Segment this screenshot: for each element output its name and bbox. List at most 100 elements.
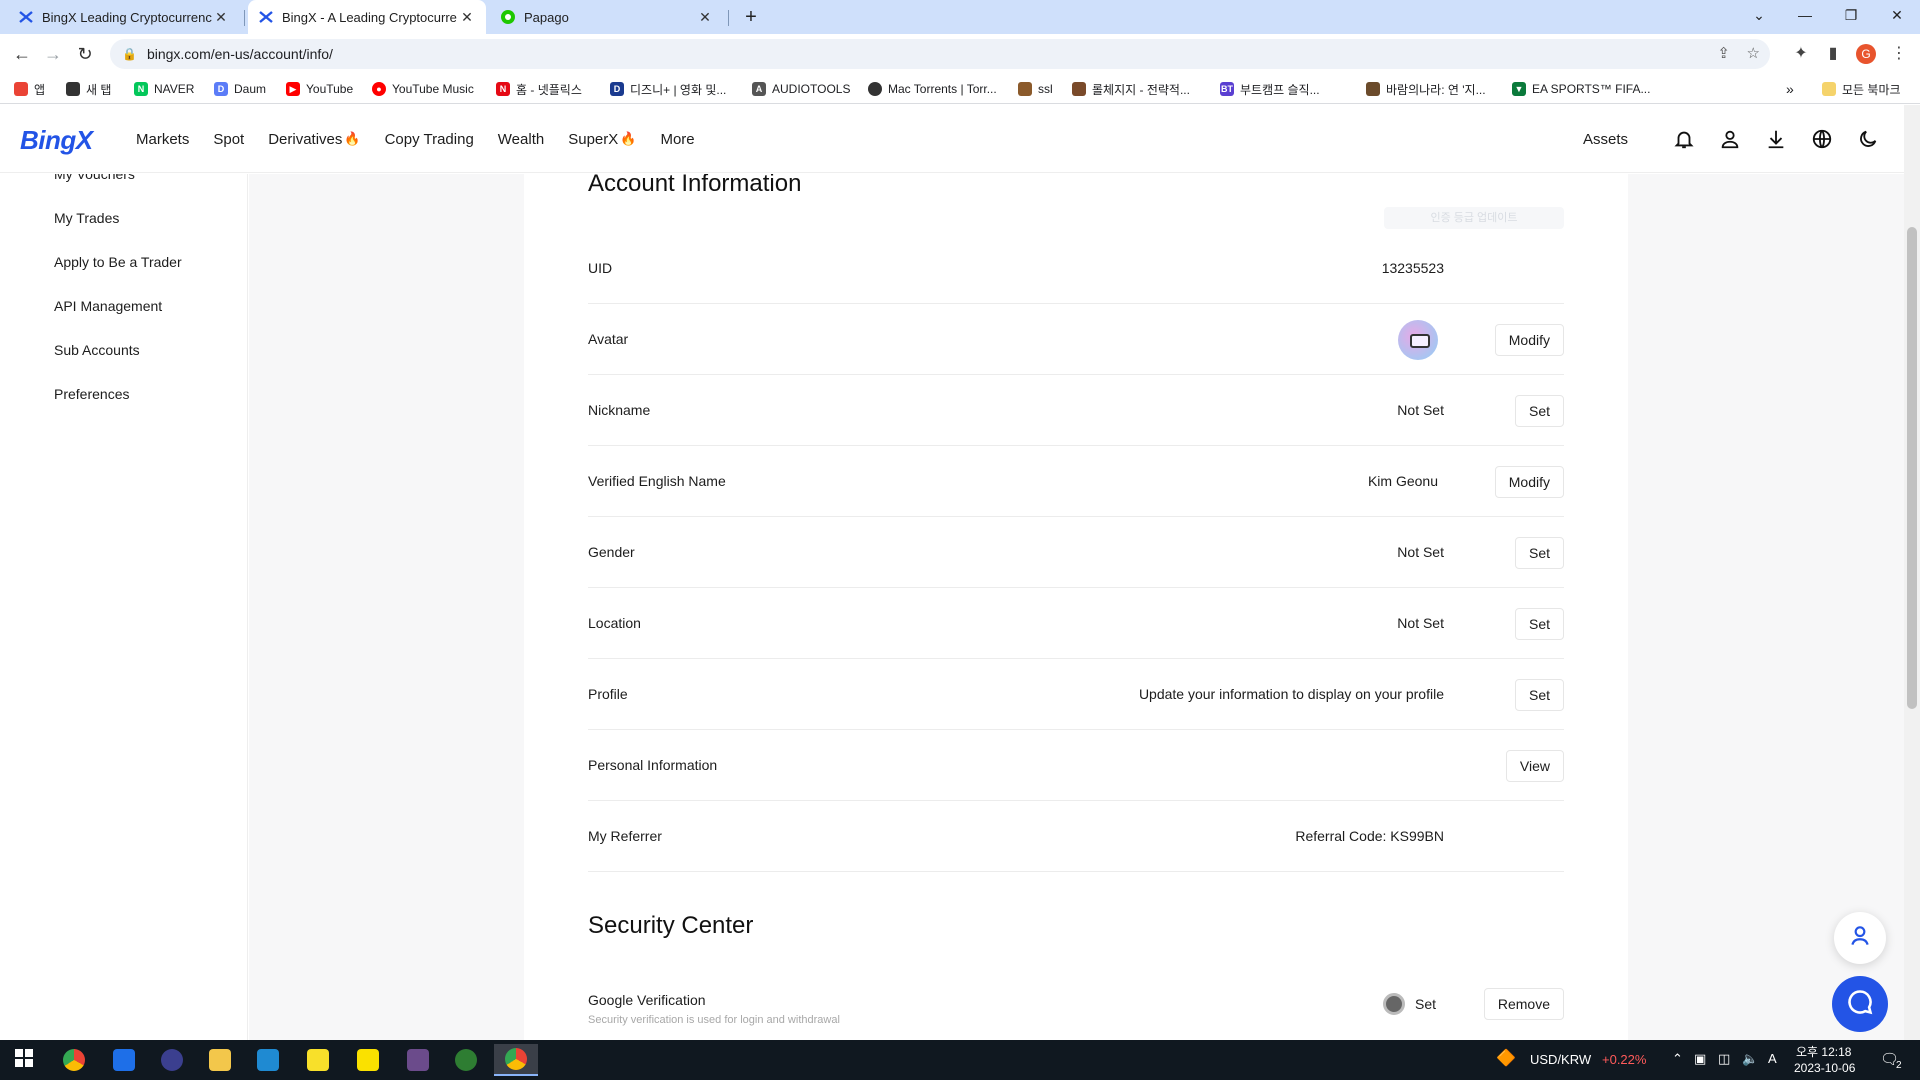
sidebar-item-my-trades[interactable]: My Trades [54,210,119,226]
start-button[interactable] [2,1044,46,1076]
bookmark-star-icon[interactable]: ☆ [1747,39,1760,69]
nav-derivatives[interactable]: Derivatives 🔥 [268,131,360,148]
taskbar-app-3[interactable] [150,1044,194,1076]
browser-tab-3[interactable]: Papago ✕ [490,0,724,34]
minimize-icon[interactable]: — [1782,0,1828,30]
nav-spot[interactable]: Spot [213,131,244,148]
bingx-logo[interactable]: BingX [20,125,93,156]
sidebar-item-my-vouchers[interactable]: My Vouchers [54,174,135,182]
bookmark-label: Daum [234,82,267,96]
close-tab-icon[interactable]: ✕ [696,9,714,26]
browser-tab-2[interactable]: BingX - A Leading Cryptocurre ✕ [248,0,486,34]
profile-avatar[interactable]: G [1856,44,1876,64]
close-window-icon[interactable]: ✕ [1874,0,1920,30]
set-location-button[interactable]: Set [1514,608,1564,640]
scroll-thumb[interactable] [1907,227,1917,709]
sidebar-item-sub-accounts[interactable]: Sub Accounts [54,342,140,358]
bookmark-item[interactable]: ssl [1018,74,1053,104]
nav-superx[interactable]: SuperX 🔥 [568,131,636,148]
side-panel-icon[interactable]: ▮ [1820,41,1846,67]
taskbar-chrome[interactable] [52,1044,96,1076]
nav-wealth[interactable]: Wealth [498,131,544,148]
forward-arrow-icon[interactable]: → [40,41,66,67]
globe-language-icon[interactable] [1810,127,1834,151]
taskbar-vscode[interactable] [246,1044,290,1076]
address-bar[interactable]: 🔒 bingx.com/en-us/account/info/ ⇪ ☆ [110,39,1770,69]
bookmark-item[interactable]: N NAVER [134,74,194,104]
clock-time[interactable]: 오후 12:18 [1796,1043,1851,1060]
tray-chevron-icon[interactable]: ⌃ [1672,1051,1683,1067]
taskbar-sticky-notes[interactable] [296,1044,340,1076]
share-icon[interactable]: ⇪ [1717,39,1730,69]
close-tab-icon[interactable]: ✕ [458,9,476,26]
bookmark-item[interactable]: 새 탭 [66,74,111,104]
bookmark-item[interactable]: ▼ EA SPORTS™ FIFA... [1512,74,1650,104]
bookmark-item[interactable]: 롤체지지 - 전략적... [1072,74,1190,104]
bookmark-item[interactable]: D 디즈니+ | 영화 및... [610,74,726,104]
nav-markets[interactable]: Markets [136,131,189,148]
row-label: UID [588,260,613,276]
bookmark-apps[interactable]: 앱 [14,74,45,104]
sidebar-item-api-management[interactable]: API Management [54,298,162,314]
all-bookmarks-folder[interactable]: 모든 북마크 [1822,74,1901,104]
clock-date[interactable]: 2023-10-06 [1794,1061,1855,1075]
nav-more[interactable]: More [660,131,694,148]
taskbar-kakaotalk[interactable] [346,1044,390,1076]
bookmark-item[interactable]: Mac Torrents | Torr... [868,74,997,104]
view-personal-info-button[interactable]: View [1505,750,1564,782]
bookmark-item[interactable]: D Daum [214,74,266,104]
modify-english-name-button[interactable]: Modify [1494,466,1564,498]
network-icon[interactable]: ◫ [1718,1051,1730,1067]
modify-avatar-button[interactable]: Modify [1494,324,1564,356]
sidebar-item-preferences[interactable]: Preferences [54,386,129,402]
taskbar-hs[interactable] [444,1044,488,1076]
bookmark-item[interactable]: A AUDIOTOOLS [752,74,850,104]
tray-device-icon[interactable]: ▣ [1694,1051,1706,1067]
bookmark-item[interactable]: N 홈 - 넷플릭스 [496,74,582,104]
reload-icon[interactable]: ↻ [72,41,98,67]
menu-kebab-icon[interactable]: ⋮ [1886,41,1912,67]
extensions-puzzle-icon[interactable]: ✦ [1788,41,1814,67]
remove-google-button[interactable]: Remove [1483,988,1564,1020]
gender-row: Gender Not Set Set [588,517,1564,588]
row-label: Personal Information [588,757,718,773]
row-description: Security verification is used for login … [588,1014,840,1026]
avatar-row: Avatar Modify [588,304,1564,375]
nav-label: Spot [213,130,245,148]
bell-icon[interactable] [1672,127,1696,151]
browser-tab-1[interactable]: BingX Leading Cryptocurrency ✕ [8,0,240,34]
more-bookmarks-button[interactable]: » [1786,74,1794,104]
taskbar-explorer[interactable] [198,1044,242,1076]
currency-pair[interactable]: USD/KRW [1530,1052,1591,1067]
personal-information-row: Personal Information View [588,730,1564,801]
new-tab-button[interactable]: + [738,4,764,30]
set-nickname-button[interactable]: Set [1514,395,1564,427]
restore-icon[interactable]: ❐ [1828,0,1874,30]
back-arrow-icon[interactable]: ← [9,41,35,67]
exchange-widget-icon: 🔶 [1496,1050,1516,1067]
bookmark-item[interactable]: ▶ YouTube [286,74,353,104]
set-profile-button[interactable]: Set [1514,679,1564,711]
bookmark-item[interactable]: 바람의나라: 연 '지... [1366,74,1486,104]
tab-search-icon[interactable]: ⌄ [1736,0,1782,30]
nav-copy-trading[interactable]: Copy Trading [385,131,474,148]
close-tab-icon[interactable]: ✕ [212,9,230,26]
moon-theme-icon[interactable] [1856,127,1880,151]
set-gender-button[interactable]: Set [1514,537,1564,569]
page-scrollbar[interactable] [1904,105,1920,1040]
taskbar-app-2[interactable] [102,1044,146,1076]
taskbar-app-8[interactable] [396,1044,440,1076]
bookmark-item[interactable]: BT 부트캠프 슬직... [1220,74,1320,104]
assets-link[interactable]: Assets [1583,131,1628,148]
faint-banner: 인증 등급 업데이트 [1384,207,1564,229]
google-status: Set [1382,988,1436,1020]
volume-icon[interactable]: 🔈 [1742,1051,1758,1067]
user-icon[interactable] [1718,127,1742,151]
share-link-button[interactable] [1834,912,1886,964]
ime-indicator[interactable]: A [1768,1051,1777,1066]
sidebar-item-apply-trader[interactable]: Apply to Be a Trader [54,254,182,270]
taskbar-chrome-active[interactable] [494,1044,538,1076]
download-icon[interactable] [1764,127,1788,151]
support-chat-button[interactable] [1832,976,1888,1032]
bookmark-item[interactable]: ● YouTube Music [372,74,474,104]
